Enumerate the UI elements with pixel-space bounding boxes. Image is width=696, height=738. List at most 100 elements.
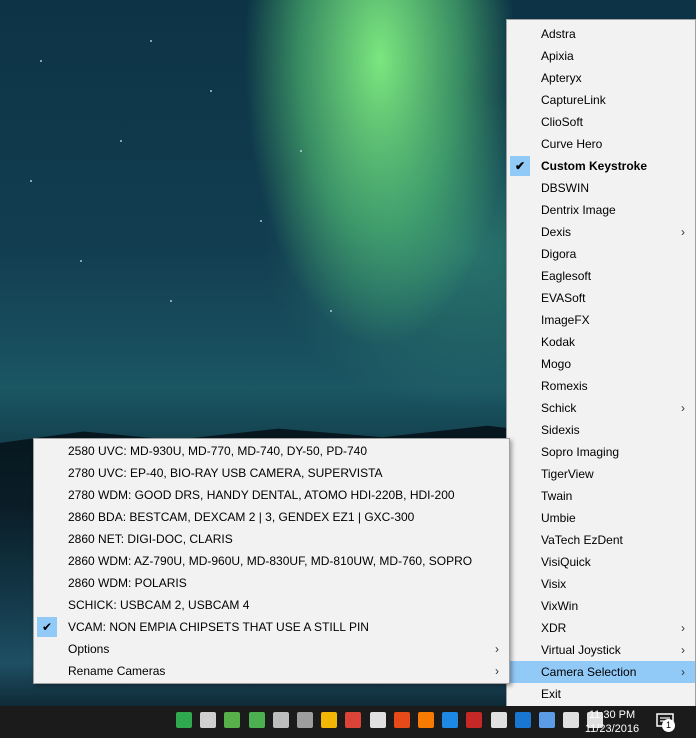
menu-item-label: Apteryx bbox=[541, 71, 582, 85]
menu-item-label: Custom Keystroke bbox=[541, 159, 648, 173]
menu-item-2860-wdm-polaris[interactable]: 2860 WDM: POLARIS bbox=[34, 572, 509, 594]
menu-item-label: DBSWIN bbox=[541, 181, 589, 195]
menu-item-cliosoft[interactable]: ClioSoft bbox=[507, 111, 695, 133]
taskbar-clock[interactable]: 11:30 PM 11/23/2016 bbox=[574, 706, 650, 738]
menu-item-2780-wdm-good-drs-handy-dental-atomo-hdi-220b-hdi-200[interactable]: 2780 WDM: GOOD DRS, HANDY DENTAL, ATOMO … bbox=[34, 484, 509, 506]
menu-item-label: Options bbox=[68, 642, 110, 656]
menu-item-dbswin[interactable]: DBSWIN bbox=[507, 177, 695, 199]
menu-item-label: Sopro Imaging bbox=[541, 445, 620, 459]
printer-icon[interactable] bbox=[369, 712, 386, 728]
menu-item-label: Digora bbox=[541, 247, 577, 261]
menu-item-sopro-imaging[interactable]: Sopro Imaging bbox=[507, 441, 695, 463]
menu-item-exit[interactable]: Exit bbox=[507, 683, 695, 705]
menu-item-adstra[interactable]: Adstra bbox=[507, 23, 695, 45]
checkmark-icon: ✔ bbox=[37, 617, 57, 637]
menu-item-xdr[interactable]: XDR › bbox=[507, 617, 695, 639]
app-red-icon[interactable] bbox=[393, 712, 410, 728]
app-blue-j-icon[interactable] bbox=[442, 712, 459, 728]
menu-item-curve-hero[interactable]: Curve Hero bbox=[507, 133, 695, 155]
star bbox=[170, 300, 172, 302]
menu-item-2580-uvc-md-930u-md-770-md-740-dy-50-pd-740[interactable]: 2580 UVC: MD-930U, MD-770, MD-740, DY-50… bbox=[34, 440, 509, 462]
menu-item-romexis[interactable]: Romexis bbox=[507, 375, 695, 397]
menu-item-label: Exit bbox=[541, 687, 562, 701]
menu-item-vatech-ezdent[interactable]: VaTech EzDent bbox=[507, 529, 695, 551]
menu-item-label: Mogo bbox=[541, 357, 572, 371]
menu-item-label: Sidexis bbox=[541, 423, 580, 437]
menu-item-label: Dentrix Image bbox=[541, 203, 616, 217]
camera-app-icon[interactable] bbox=[248, 712, 265, 728]
green-leaf-icon[interactable] bbox=[176, 712, 192, 728]
menu-item-label: XDR bbox=[541, 621, 567, 635]
menu-item-label: 2860 BDA: BESTCAM, DEXCAM 2 | 3, GENDEX … bbox=[68, 510, 415, 524]
menu-item-label: Visix bbox=[541, 577, 567, 591]
menu-item-virtual-joystick[interactable]: Virtual Joystick › bbox=[507, 639, 695, 661]
menu-item-custom-keystroke[interactable]: ✔ Custom Keystroke bbox=[507, 155, 695, 177]
menu-item-imagefx[interactable]: ImageFX bbox=[507, 309, 695, 331]
menu-item-sidexis[interactable]: Sidexis bbox=[507, 419, 695, 441]
usb-drive-icon[interactable] bbox=[490, 712, 507, 728]
star bbox=[80, 260, 82, 262]
menu-item-label: TigerView bbox=[541, 467, 594, 481]
menu-item-dentrix-image[interactable]: Dentrix Image bbox=[507, 199, 695, 221]
chrome-icon[interactable] bbox=[345, 712, 362, 728]
menu-item-label: 2780 WDM: GOOD DRS, HANDY DENTAL, ATOMO … bbox=[68, 488, 455, 502]
security-shield-icon[interactable] bbox=[224, 712, 241, 728]
notification-count-badge: 1 bbox=[662, 719, 675, 732]
menu-item-mogo[interactable]: Mogo bbox=[507, 353, 695, 375]
menu-item-rename-cameras[interactable]: Rename Cameras › bbox=[34, 660, 509, 682]
menu-item-umbie[interactable]: Umbie bbox=[507, 507, 695, 529]
star bbox=[300, 150, 302, 152]
bluetooth-icon[interactable] bbox=[514, 712, 531, 728]
chevron-right-icon: › bbox=[681, 401, 685, 415]
menu-item-evasoft[interactable]: EVASoft bbox=[507, 287, 695, 309]
menu-item-2780-uvc-ep-40-bio-ray-usb-camera-supervista[interactable]: 2780 UVC: EP-40, BIO-RAY USB CAMERA, SUP… bbox=[34, 462, 509, 484]
menu-item-digora[interactable]: Digora bbox=[507, 243, 695, 265]
menu-item-label: 2860 WDM: POLARIS bbox=[68, 576, 187, 590]
menu-item-camera-selection[interactable]: Camera Selection › bbox=[507, 661, 695, 683]
menu-item-apteryx[interactable]: Apteryx bbox=[507, 67, 695, 89]
menu-item-vixwin[interactable]: VixWin bbox=[507, 595, 695, 617]
menu-item-schick-usbcam-2-usbcam-4[interactable]: SCHICK: USBCAM 2, USBCAM 4 bbox=[34, 594, 509, 616]
dropbox-icon[interactable] bbox=[200, 712, 217, 728]
menu-item-eaglesoft[interactable]: Eaglesoft bbox=[507, 265, 695, 287]
menu-item-schick[interactable]: Schick › bbox=[507, 397, 695, 419]
clock-time: 11:30 PM bbox=[588, 709, 636, 721]
menu-item-2860-net-digi-doc-claris[interactable]: 2860 NET: DIGI-DOC, CLARIS bbox=[34, 528, 509, 550]
menu-item-label: Twain bbox=[541, 489, 573, 503]
document-icon[interactable] bbox=[272, 712, 289, 728]
menu-item-2860-bda-bestcam-dexcam-2-3-gendex-ez1-gxc-300[interactable]: 2860 BDA: BESTCAM, DEXCAM 2 | 3, GENDEX … bbox=[34, 506, 509, 528]
menu-item-label: VaTech EzDent bbox=[541, 533, 623, 547]
menu-item-label: 2860 WDM: AZ-790U, MD-960U, MD-830UF, MD… bbox=[68, 554, 473, 568]
chevron-right-icon: › bbox=[681, 621, 685, 635]
menu-item-label: 2580 UVC: MD-930U, MD-770, MD-740, DY-50… bbox=[68, 444, 368, 458]
menu-item-twain[interactable]: Twain bbox=[507, 485, 695, 507]
context-menu-main: Adstra Apixia Apteryx CaptureLink ClioSoft Cu… bbox=[506, 19, 696, 709]
menu-item-label: Eaglesoft bbox=[541, 269, 592, 283]
menu-item-visiquick[interactable]: VisiQuick bbox=[507, 551, 695, 573]
menu-item-options[interactable]: Options › bbox=[34, 638, 509, 660]
webcam-icon[interactable] bbox=[539, 712, 555, 728]
camera-selection-submenu: 2580 UVC: MD-930U, MD-770, MD-740, DY-50… bbox=[33, 438, 510, 684]
menu-item-tigerview[interactable]: TigerView bbox=[507, 463, 695, 485]
menu-item-kodak[interactable]: Kodak bbox=[507, 331, 695, 353]
menu-item-label: Schick bbox=[541, 401, 577, 415]
menu-item-visix[interactable]: Visix bbox=[507, 573, 695, 595]
menu-item-label: CaptureLink bbox=[541, 93, 606, 107]
menu-item-label: Dexis bbox=[541, 225, 572, 239]
menu-item-label: Apixia bbox=[541, 49, 574, 63]
menu-item-label: Umbie bbox=[541, 511, 576, 525]
diagram-red-icon[interactable] bbox=[466, 712, 483, 728]
menu-item-label: Virtual Joystick bbox=[541, 643, 621, 657]
menu-item-apixia[interactable]: Apixia bbox=[507, 45, 695, 67]
menu-item-dexis[interactable]: Dexis › bbox=[507, 221, 695, 243]
menu-item-vcam-non-empia-chipsets-that-use-a-still-pin[interactable]: ✔ VCAM: NON EMPIA CHIPSETS THAT USE A STI… bbox=[34, 616, 509, 638]
star bbox=[210, 90, 212, 92]
app-orange-icon[interactable] bbox=[418, 712, 434, 728]
cloud-icon[interactable] bbox=[297, 712, 313, 728]
menu-item-2860-wdm-az-790u-md-960u-md-830uf-md-810uw-md-760-sopro[interactable]: 2860 WDM: AZ-790U, MD-960U, MD-830UF, MD… bbox=[34, 550, 509, 572]
menu-item-label: VisiQuick bbox=[541, 555, 591, 569]
google-drive-icon[interactable] bbox=[321, 712, 338, 728]
menu-item-capturelink[interactable]: CaptureLink bbox=[507, 89, 695, 111]
chevron-right-icon: › bbox=[495, 642, 499, 656]
chevron-right-icon: › bbox=[681, 225, 685, 239]
